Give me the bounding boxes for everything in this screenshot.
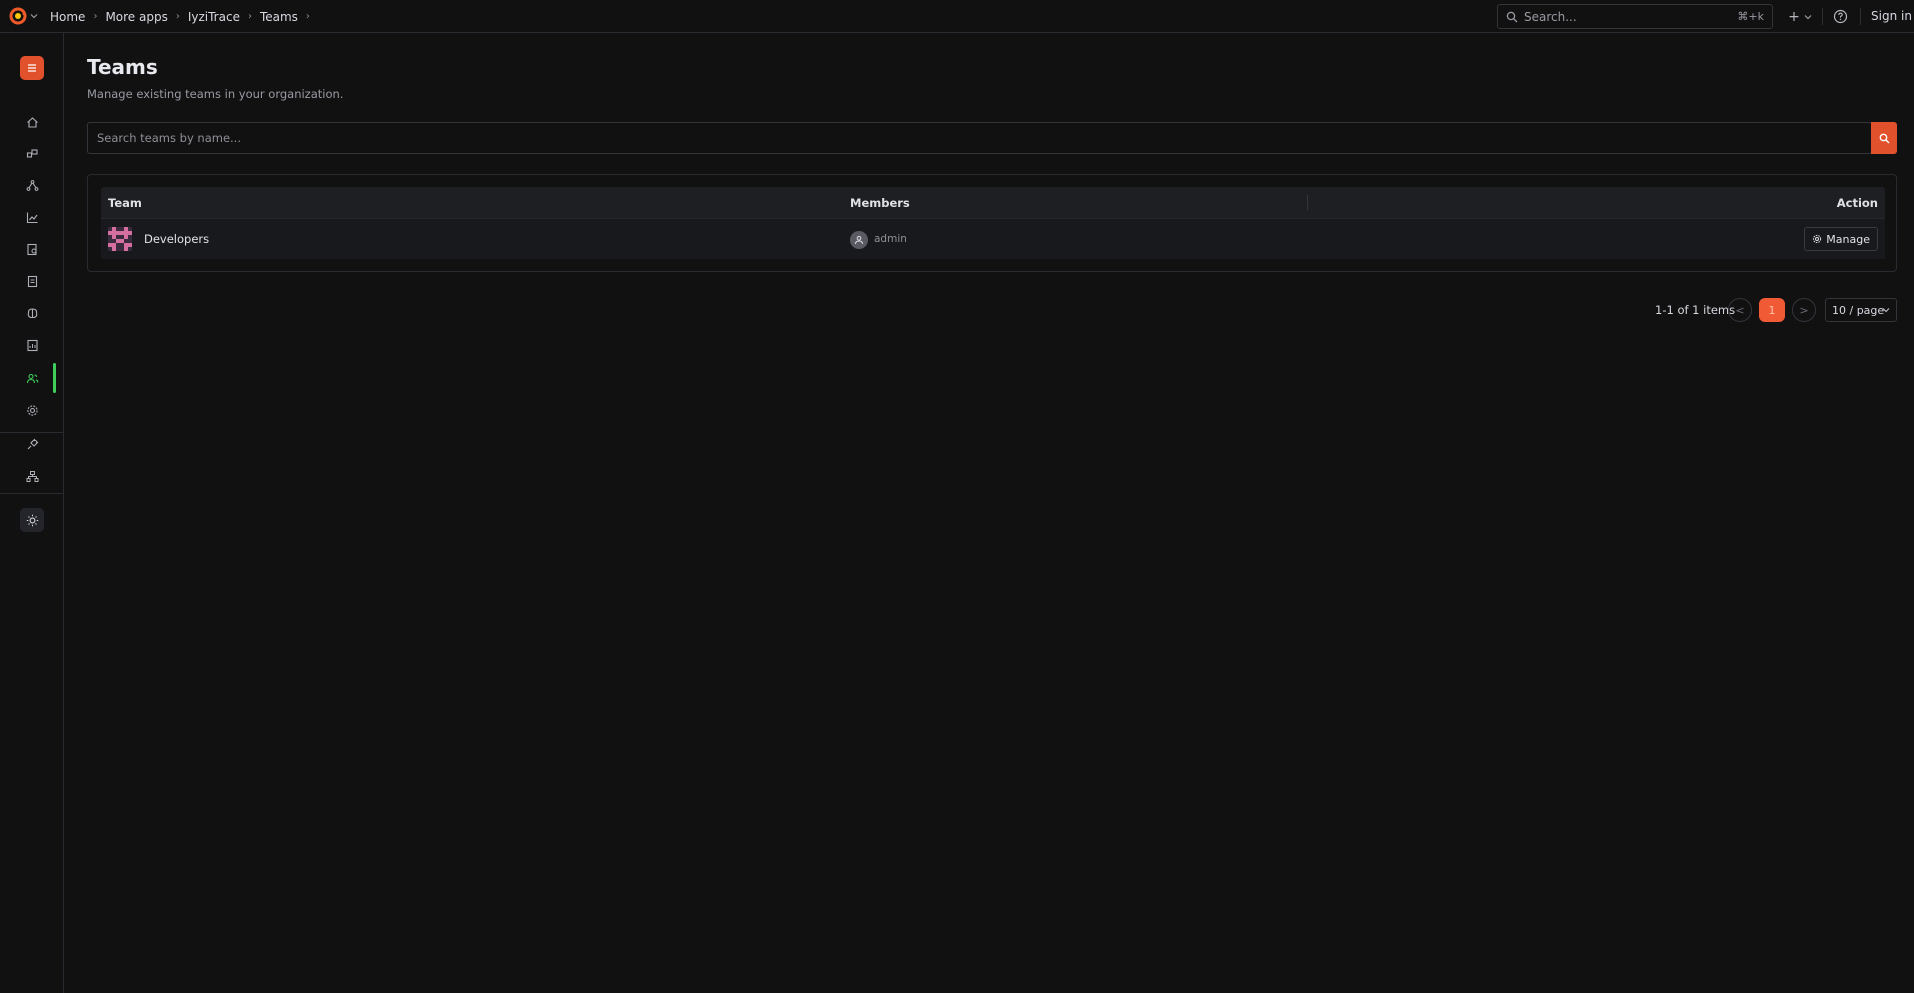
page-size-value: 10 / page bbox=[1832, 303, 1885, 317]
gear-icon bbox=[26, 404, 38, 416]
sidebar-item-home[interactable] bbox=[24, 114, 40, 130]
sidebar-item-service-map[interactable] bbox=[24, 177, 40, 193]
sidebar-item-logs[interactable] bbox=[24, 273, 40, 289]
org-icon bbox=[26, 470, 38, 482]
sidebar-item-organization[interactable] bbox=[24, 468, 40, 484]
help-icon[interactable] bbox=[1832, 8, 1849, 25]
global-search-placeholder: Search... bbox=[1524, 9, 1577, 24]
chevron-down-icon bbox=[1882, 308, 1890, 313]
search-icon bbox=[1506, 11, 1518, 22]
cubes-icon bbox=[26, 148, 38, 158]
team-search-placeholder: Search teams by name... bbox=[97, 131, 241, 145]
new-button[interactable]: + bbox=[1783, 7, 1817, 26]
column-header-members: Members bbox=[850, 196, 910, 210]
users-icon bbox=[26, 373, 38, 383]
sidebar bbox=[0, 33, 64, 993]
chevron-left-icon: < bbox=[1735, 303, 1745, 317]
page-title: Teams bbox=[87, 55, 158, 79]
breadcrumb-separator-icon: › bbox=[305, 11, 310, 22]
sun-icon bbox=[26, 514, 38, 526]
theme-toggle-button[interactable] bbox=[20, 508, 44, 532]
page-button-current[interactable]: 1 bbox=[1759, 298, 1785, 322]
team-search-button[interactable] bbox=[1871, 122, 1897, 154]
chart-icon bbox=[26, 212, 37, 223]
team-avatar bbox=[108, 227, 132, 251]
hamburger-icon bbox=[28, 64, 36, 72]
search-doc-icon bbox=[26, 243, 37, 255]
sidebar-item-ai[interactable] bbox=[24, 305, 40, 321]
breadcrumb: Home › More apps › IyziTrace › Teams › bbox=[50, 0, 318, 33]
teams-table-card: Team Members Action Developers admin Man… bbox=[87, 174, 1897, 272]
search-icon bbox=[1879, 133, 1890, 144]
sidebar-active-indicator bbox=[53, 363, 56, 393]
chevron-down-icon bbox=[30, 14, 38, 19]
page-size-select[interactable]: 10 / page bbox=[1825, 298, 1897, 322]
plug-icon bbox=[27, 438, 38, 449]
graph-icon bbox=[26, 179, 38, 191]
search-shortcut: ⌘+k bbox=[1737, 10, 1764, 23]
user-icon bbox=[855, 236, 863, 245]
next-page-button[interactable]: > bbox=[1792, 298, 1816, 322]
team-search-input[interactable]: Search teams by name... bbox=[87, 122, 1872, 154]
global-search-input[interactable]: Search... ⌘+k bbox=[1497, 4, 1773, 29]
breadcrumb-iyzitrace[interactable]: IyziTrace bbox=[188, 10, 240, 24]
chevron-right-icon: > bbox=[1799, 303, 1809, 317]
manage-button-label: Manage bbox=[1826, 232, 1870, 246]
column-header-team: Team bbox=[108, 196, 142, 210]
sidebar-divider bbox=[0, 432, 63, 433]
table-row: Developers admin Manage bbox=[101, 218, 1885, 259]
grafana-logo-menu[interactable] bbox=[8, 6, 38, 26]
grafana-logo-icon bbox=[9, 7, 27, 25]
sidebar-divider bbox=[0, 493, 63, 494]
member-name: admin bbox=[874, 233, 907, 245]
breadcrumb-home[interactable]: Home bbox=[50, 10, 85, 24]
sign-in-link[interactable]: Sign in bbox=[1871, 9, 1912, 23]
home-icon bbox=[26, 116, 38, 128]
page-subtitle: Manage existing teams in your organizati… bbox=[87, 87, 344, 101]
prev-page-button[interactable]: < bbox=[1728, 298, 1752, 322]
column-header-action: Action bbox=[1836, 196, 1878, 210]
top-bar: Home › More apps › IyziTrace › Teams › S… bbox=[0, 0, 1914, 33]
sidebar-item-reports[interactable] bbox=[24, 337, 40, 353]
plus-icon: + bbox=[1788, 8, 1800, 25]
document-icon bbox=[27, 275, 37, 287]
breadcrumb-teams[interactable]: Teams bbox=[260, 10, 298, 24]
table-header: Team Members Action bbox=[101, 187, 1885, 218]
report-icon bbox=[26, 339, 38, 351]
team-identicon-icon bbox=[108, 227, 132, 251]
brain-icon bbox=[27, 307, 37, 318]
sidebar-item-explore[interactable] bbox=[24, 241, 40, 257]
sidebar-item-settings[interactable] bbox=[24, 402, 40, 418]
breadcrumb-separator-icon: › bbox=[93, 11, 98, 22]
topbar-divider bbox=[1822, 8, 1823, 25]
page-number: 1 bbox=[1768, 303, 1776, 317]
topbar-divider bbox=[1860, 8, 1861, 25]
sidebar-item-integrations[interactable] bbox=[24, 436, 40, 452]
sidebar-item-services[interactable] bbox=[24, 145, 40, 161]
breadcrumb-separator-icon: › bbox=[247, 11, 252, 22]
manage-team-button[interactable]: Manage bbox=[1804, 227, 1878, 251]
member-avatar bbox=[850, 231, 868, 249]
menu-toggle-button[interactable] bbox=[20, 56, 44, 80]
chevron-down-icon bbox=[1804, 14, 1812, 19]
sidebar-item-metrics[interactable] bbox=[24, 209, 40, 225]
breadcrumb-more-apps[interactable]: More apps bbox=[105, 10, 167, 24]
team-name[interactable]: Developers bbox=[144, 232, 209, 246]
breadcrumb-separator-icon: › bbox=[175, 11, 180, 22]
column-divider bbox=[1307, 195, 1308, 210]
pagination-summary: 1-1 of 1 items bbox=[1655, 303, 1736, 317]
sidebar-item-teams[interactable] bbox=[24, 370, 40, 386]
gear-icon bbox=[1813, 234, 1822, 244]
